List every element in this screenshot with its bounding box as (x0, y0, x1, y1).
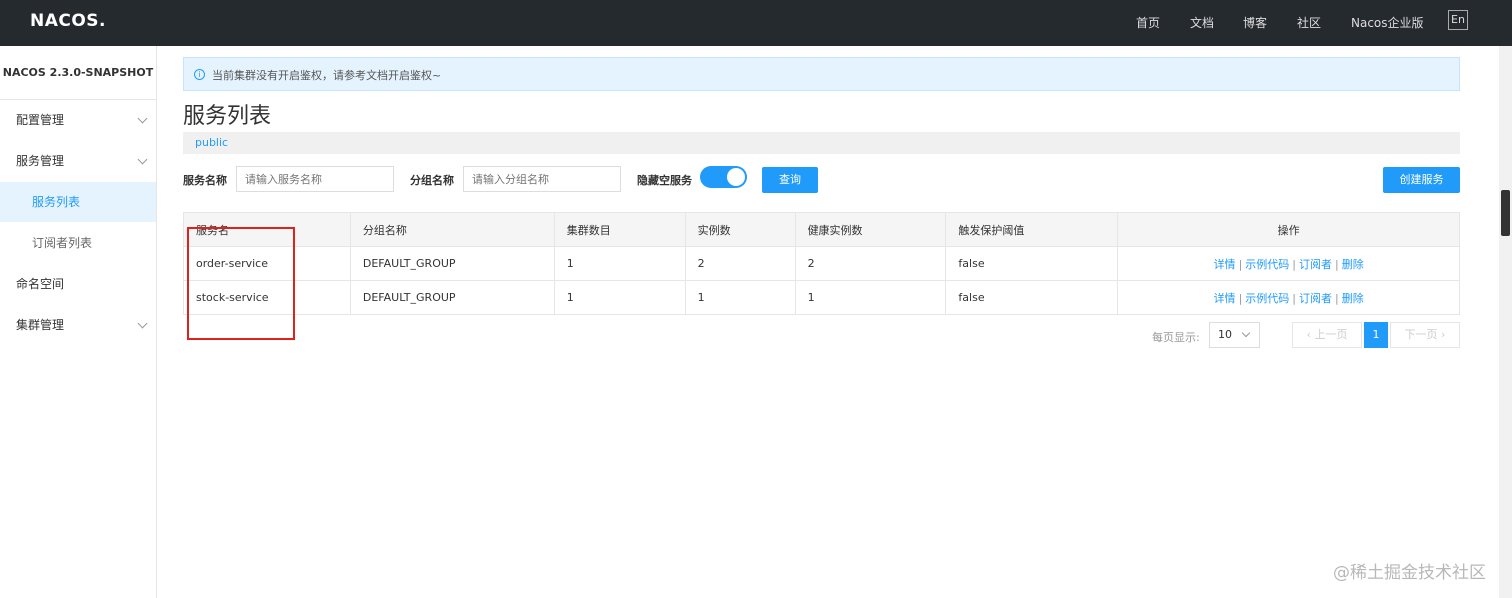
table-row: order-service DEFAULT_GROUP 1 2 2 false … (183, 246, 1460, 281)
sidebar-item-service-list[interactable]: 服务列表 (0, 182, 156, 222)
sample-code-link[interactable]: 示例代码 (1245, 292, 1289, 305)
column-header-instance-count: 实例数 (684, 212, 796, 247)
version-title: NACOS 2.3.0-SNAPSHOT (0, 46, 156, 100)
column-header-protect-threshold: 触发保护阈值 (945, 212, 1119, 247)
cell-group-name: DEFAULT_GROUP (349, 280, 555, 315)
chevron-down-icon (1241, 328, 1251, 338)
nav-docs[interactable]: 文档 (1190, 14, 1214, 31)
cell-group-name: DEFAULT_GROUP (349, 246, 555, 281)
separator: | (1335, 257, 1339, 271)
language-toggle-button[interactable]: En (1448, 10, 1468, 30)
column-header-healthy-count: 健康实例数 (794, 212, 947, 247)
table-row: stock-service DEFAULT_GROUP 1 1 1 false … (183, 280, 1460, 315)
namespace-link-public[interactable]: public (195, 136, 228, 149)
page-1-button[interactable]: 1 (1364, 322, 1388, 348)
namespace-bar: public (183, 132, 1460, 154)
subscribers-link[interactable]: 订阅者 (1299, 258, 1332, 271)
cell-instance-count: 2 (684, 246, 796, 281)
top-navbar: NACOS. 首页 文档 博客 社区 Nacos企业版 En (0, 0, 1512, 46)
scrollbar[interactable] (1499, 46, 1512, 598)
cell-instance-count: 1 (684, 280, 796, 315)
separator: | (1292, 257, 1296, 271)
hide-empty-label: 隐藏空服务 (637, 174, 692, 187)
sidebar-item-label: 命名空间 (16, 277, 65, 291)
separator: | (1238, 291, 1243, 305)
info-icon: i (194, 69, 205, 80)
sidebar-item-subscriber-list[interactable]: 订阅者列表 (0, 223, 156, 263)
sidebar-item-namespace[interactable]: 命名空间 (0, 264, 156, 304)
cell-operations: 详情 | 示例代码 | 订阅者 | 删除 (1117, 280, 1460, 315)
cell-operations: 详情 | 示例代码 | 订阅者 | 删除 (1117, 246, 1460, 281)
sidebar: NACOS 2.3.0-SNAPSHOT 配置管理 服务管理 服务列表 订阅者列… (0, 46, 157, 598)
cell-cluster-count: 1 (553, 280, 686, 315)
page-title: 服务列表 (183, 104, 272, 129)
sidebar-item-label: 订阅者列表 (32, 236, 93, 250)
scrollbar-thumb[interactable] (1501, 190, 1510, 236)
auth-alert: i 当前集群没有开启鉴权，请参考文档开启鉴权~ (183, 57, 1460, 91)
nacos-logo[interactable]: NACOS. (30, 11, 106, 31)
cell-healthy-count: 2 (794, 246, 947, 281)
nav-enterprise[interactable]: Nacos企业版 (1351, 14, 1424, 31)
chevron-down-icon (137, 113, 148, 124)
alert-text: 当前集群没有开启鉴权，请参考文档开启鉴权~ (212, 69, 442, 82)
page-size-value: 10 (1218, 328, 1232, 341)
toggle-knob (727, 168, 745, 186)
delete-link[interactable]: 删除 (1342, 292, 1364, 305)
service-name-input[interactable] (236, 166, 394, 192)
cell-cluster-count: 1 (553, 246, 686, 281)
group-name-label: 分组名称 (410, 174, 454, 187)
table-header-row: 服务名 分组名称 集群数目 实例数 健康实例数 触发保护阈值 操作 (183, 212, 1460, 247)
nav-home[interactable]: 首页 (1136, 14, 1160, 31)
chevron-down-icon (137, 318, 148, 329)
nav-community[interactable]: 社区 (1297, 14, 1321, 31)
detail-link[interactable]: 详情 (1214, 258, 1236, 271)
sidebar-item-service-management[interactable]: 服务管理 (0, 141, 156, 181)
cell-healthy-count: 1 (794, 280, 947, 315)
prev-page-label: 上一页 (1314, 328, 1348, 341)
create-service-button[interactable]: 创建服务 (1383, 167, 1460, 193)
sample-code-link[interactable]: 示例代码 (1245, 258, 1289, 271)
prev-page-button[interactable]: ‹ 上一页 (1292, 322, 1362, 348)
hide-empty-toggle[interactable] (700, 166, 747, 188)
column-header-group-name: 分组名称 (349, 212, 555, 247)
next-page-label: 下一页 (1404, 328, 1438, 341)
separator: | (1292, 291, 1296, 305)
service-name-label: 服务名称 (183, 174, 227, 187)
delete-link[interactable]: 删除 (1342, 258, 1364, 271)
sidebar-item-config-management[interactable]: 配置管理 (0, 100, 156, 140)
column-header-operations: 操作 (1117, 212, 1460, 247)
chevron-down-icon (137, 154, 148, 165)
sidebar-item-cluster-management[interactable]: 集群管理 (0, 305, 156, 345)
nav-blog[interactable]: 博客 (1243, 14, 1267, 31)
service-table: 服务名 分组名称 集群数目 实例数 健康实例数 触发保护阈值 操作 order-… (183, 212, 1460, 315)
page-size-label: 每页显示: (1152, 331, 1200, 344)
cell-protect-threshold: false (945, 246, 1119, 281)
detail-link[interactable]: 详情 (1214, 292, 1236, 305)
page-size-select[interactable]: 10 (1209, 322, 1260, 348)
chevron-right-icon: › (1437, 328, 1446, 341)
sidebar-item-label: 服务管理 (16, 154, 65, 168)
subscribers-link[interactable]: 订阅者 (1299, 292, 1332, 305)
watermark: @稀土掘金技术社区 (1333, 563, 1486, 583)
highlight-box (187, 227, 295, 340)
column-header-cluster-count: 集群数目 (553, 212, 686, 247)
separator: | (1335, 291, 1339, 305)
sidebar-item-label: 服务列表 (32, 195, 81, 209)
cell-protect-threshold: false (945, 280, 1119, 315)
group-name-input[interactable] (463, 166, 621, 192)
query-button[interactable]: 查询 (762, 167, 818, 193)
separator: | (1238, 257, 1243, 271)
next-page-button[interactable]: 下一页 › (1390, 322, 1460, 348)
sidebar-item-label: 集群管理 (16, 318, 65, 332)
sidebar-item-label: 配置管理 (16, 113, 65, 127)
